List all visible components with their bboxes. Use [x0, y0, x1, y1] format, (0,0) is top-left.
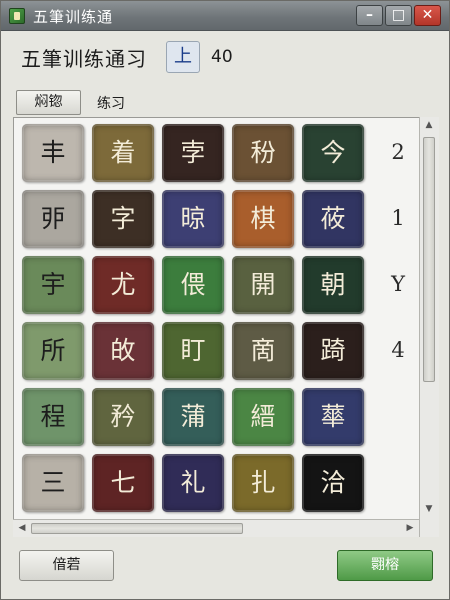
horizontal-scroll-thumb[interactable] [31, 523, 243, 534]
character-tile[interactable]: 字 [92, 190, 154, 248]
character-tile[interactable]: 蒲 [162, 388, 224, 446]
character-tile[interactable]: 尤 [92, 256, 154, 314]
character-tile[interactable]: 程 [22, 388, 84, 446]
character-tile[interactable]: 棋 [232, 190, 294, 248]
app-logo-icon [9, 8, 25, 24]
row-key-label [386, 404, 410, 434]
character-tile[interactable]: 所 [22, 322, 84, 380]
vertical-scrollbar[interactable]: ▲ ▼ [419, 117, 439, 537]
character-tile[interactable]: 今 [302, 124, 364, 182]
window-title: 五筆训练通 [33, 8, 114, 26]
character-tile[interactable]: 宇 [22, 256, 84, 314]
level-badge[interactable]: 上 [166, 41, 200, 73]
character-tile[interactable]: 盯 [162, 322, 224, 380]
character-tile[interactable]: 扎 [232, 454, 294, 512]
character-tile[interactable]: 蕐 [302, 388, 364, 446]
maximize-button[interactable]: □ [385, 5, 412, 26]
character-tile[interactable]: 矜 [92, 388, 154, 446]
character-tile[interactable]: 孛 [162, 124, 224, 182]
row-key-label: 4 [391, 338, 405, 362]
up-arrow-icon[interactable]: ▲ [420, 117, 438, 133]
close-button[interactable]: ✕ [414, 5, 441, 26]
character-tile[interactable]: 敀 [92, 322, 154, 380]
horizontal-scrollbar[interactable]: ◀ ▶ [13, 519, 419, 537]
character-tile[interactable]: 三 [22, 454, 84, 512]
app-window: 五筆训练通 – □ ✕ 五筆训练通习 上 40 焖锪 练习 丰着孛秎今 2 戼字晾棋… [0, 0, 450, 600]
character-tile[interactable]: 莜 [302, 190, 364, 248]
row-key-label: 2 [391, 140, 405, 164]
row-key-label: 1 [391, 206, 405, 230]
vertical-scroll-thumb[interactable] [423, 137, 435, 382]
character-grid: 丰着孛秎今 2 戼字晾棋莜 1 宇尤偎開朝 Y 所敀盯啇踦 4 程矜蒲縉蕐三七礼扎洽 [13, 117, 439, 537]
title-bar[interactable]: 五筆训练通 – □ ✕ [1, 1, 449, 31]
character-tile[interactable]: 偎 [162, 256, 224, 314]
character-tile[interactable]: 着 [92, 124, 154, 182]
down-arrow-icon[interactable]: ▼ [420, 501, 438, 517]
minimize-button[interactable]: – [356, 5, 383, 26]
character-tile[interactable]: 晾 [162, 190, 224, 248]
character-tile[interactable]: 丰 [22, 124, 84, 182]
left-action-button[interactable]: 偣菪 [19, 550, 114, 581]
row-key-label [386, 470, 410, 500]
tab-practice[interactable]: 练习 [97, 93, 125, 113]
score-value: 40 [211, 47, 233, 67]
page-title: 五筆训练通习 [21, 47, 147, 71]
character-tile[interactable]: 礼 [162, 454, 224, 512]
character-tile[interactable]: 縉 [232, 388, 294, 446]
character-tile[interactable]: 開 [232, 256, 294, 314]
character-tile[interactable]: 踦 [302, 322, 364, 380]
character-tile[interactable]: 啇 [232, 322, 294, 380]
right-action-button[interactable]: 翾榕 [337, 550, 433, 581]
character-tile[interactable]: 朝 [302, 256, 364, 314]
character-tile[interactable]: 戼 [22, 190, 84, 248]
character-tile[interactable]: 秎 [232, 124, 294, 182]
right-arrow-icon[interactable]: ▶ [401, 520, 419, 536]
character-tile[interactable]: 七 [92, 454, 154, 512]
character-tile[interactable]: 洽 [302, 454, 364, 512]
left-arrow-icon[interactable]: ◀ [13, 520, 31, 536]
tab-button[interactable]: 焖锪 [16, 90, 81, 115]
row-key-label: Y [391, 272, 405, 296]
